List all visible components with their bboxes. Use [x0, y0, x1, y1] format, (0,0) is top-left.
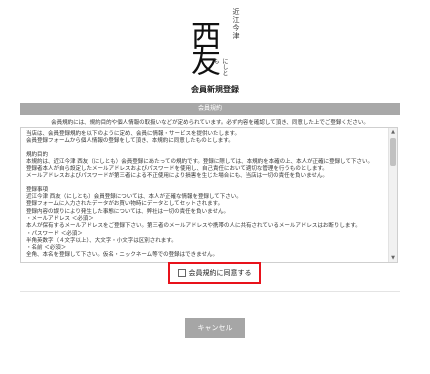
agree-terms-label: 会員規約に同意する: [188, 269, 252, 277]
terms-heading: 登録事項: [26, 186, 49, 193]
agree-terms-checkbox[interactable]: [177, 269, 186, 277]
terms-line: 会員登録フォームから個人情報の登録をして頂き、本規約に同意したものとします。: [26, 138, 234, 145]
terms-content: 当店は、会員登録規約を以下のように定め、会員に情報・サービスを提供いたします。 …: [26, 131, 386, 260]
terms-line: ・パスワード ＜必須＞: [26, 230, 83, 237]
cancel-button[interactable]: キャンセル: [185, 318, 245, 338]
terms-line: メールアドレスおよびパスワードが第三者による不正使用により損害を生じた場合にも、…: [26, 173, 328, 180]
terms-scrollbar[interactable]: ▲ ▼: [388, 128, 397, 262]
terms-textarea[interactable]: 当店は、会員登録規約を以下のように定め、会員に情報・サービスを提供いたします。 …: [20, 127, 398, 263]
scroll-down-arrow-icon[interactable]: ▼: [389, 254, 397, 262]
terms-line: 全角、本名を登録して下さい。仮名・ニックネーム等での登録はできません。: [26, 252, 219, 259]
terms-notice: 会員規約には、規約目的や個人情報の取扱いなどが定められています。必ず内容を確認し…: [51, 120, 369, 126]
divider: [20, 291, 400, 292]
terms-section-header: 会員規約: [20, 103, 400, 115]
terms-line: 登録フォームに入力されたデータがお買い物時にデータとしてセットされます。: [26, 201, 224, 208]
page-title: 会員新規登録: [191, 85, 239, 94]
scroll-up-arrow-icon[interactable]: ▲: [389, 128, 397, 136]
logo-subtitle: 近江今津: [232, 8, 240, 40]
terms-line: 本人が保有するメールアドレスをご登録下さい。第三者のメールアドレスや携帯の人に共…: [26, 223, 361, 230]
logo: 近江今津 西友 にしとも: [175, 6, 255, 76]
scrollbar-thumb[interactable]: [390, 138, 396, 166]
agree-terms-checkbox-label[interactable]: 会員規約に同意する: [168, 262, 261, 284]
terms-line: 半角英数字（４文字以上）、大文字・小文字は区別されます。: [26, 237, 177, 244]
logo-kana: にしとも: [212, 58, 228, 76]
terms-line: 登録内容の誤りにより発生した事態については、弊社は一切の責任を負いません。: [26, 208, 229, 215]
terms-heading: 規約目的: [26, 151, 49, 158]
